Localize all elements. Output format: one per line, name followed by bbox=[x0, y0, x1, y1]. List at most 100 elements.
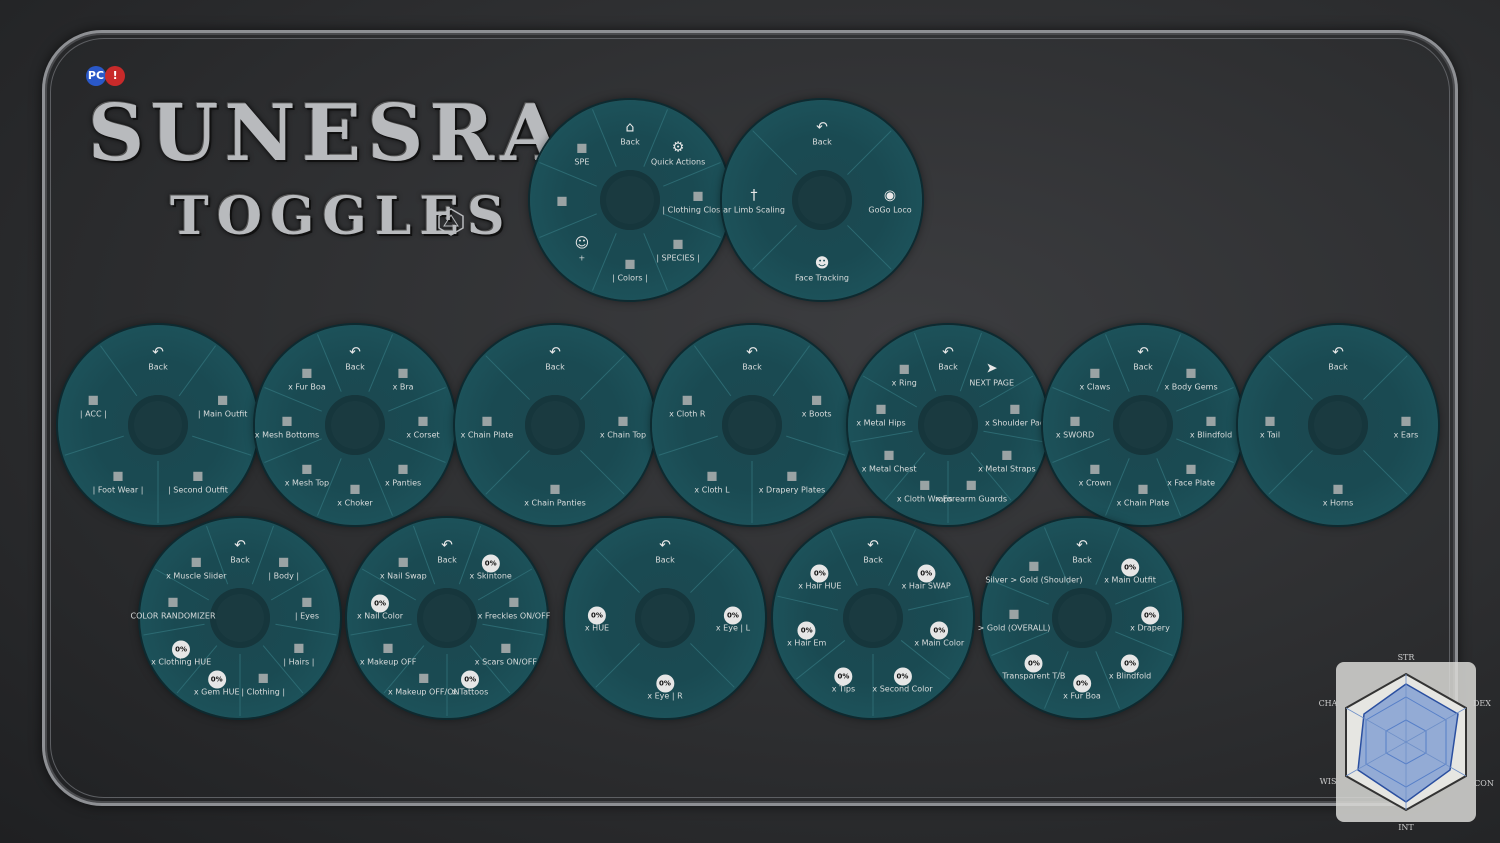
menu-item-x-eye-l[interactable]: 0% x Eye | L bbox=[716, 603, 750, 634]
menu-item-x-bra[interactable]: ■ x Bra bbox=[393, 361, 414, 392]
menu-item-x-hair-hue[interactable]: 0% x Hair HUE bbox=[798, 560, 841, 591]
menu-item-x-gem-hue[interactable]: 0% x Gem HUE bbox=[194, 666, 240, 697]
menu-item-x-blindfold[interactable]: 0% x Blindfold bbox=[1109, 651, 1151, 682]
menu-item-x-drapery[interactable]: 0% x Drapery bbox=[1130, 603, 1170, 634]
menu-item-x-chain-plate[interactable]: ■ x Chain Plate bbox=[461, 410, 514, 441]
back-button[interactable]: ↶ Back bbox=[1328, 342, 1348, 373]
menu-item-color-randomizer[interactable]: ■ COLOR RANDOMIZER bbox=[131, 591, 216, 622]
menu-item-x-metal-straps[interactable]: ■ x Metal Straps bbox=[978, 444, 1036, 475]
menu-item-gogo-loco[interactable]: ◉ GoGo Loco bbox=[868, 185, 911, 216]
menu-item-x-chain-panties[interactable]: ■ x Chain Panties bbox=[524, 478, 586, 509]
menu-item-label: Back bbox=[620, 137, 640, 147]
back-button[interactable]: ↶ Back bbox=[863, 535, 883, 566]
menu-item-x-fur-boa[interactable]: ■ x Fur Boa bbox=[288, 361, 326, 392]
menu-item-x-crown[interactable]: ■ x Crown bbox=[1079, 458, 1111, 489]
menu-item-x-fur-boa[interactable]: 0% x Fur Boa bbox=[1063, 671, 1101, 702]
menu-item-x-second-color[interactable]: 0% x Second Color bbox=[872, 664, 933, 695]
menu-item-x-corset[interactable]: ■ x Corset bbox=[406, 410, 439, 441]
menu-item-x-main-color[interactable]: 0% x Main Color bbox=[914, 618, 964, 649]
menu-item-x-cloth-wraps[interactable]: ■ x Cloth Wraps bbox=[897, 473, 953, 504]
menu-item-x-drapery-plates[interactable]: ■ x Drapery Plates bbox=[759, 465, 825, 496]
menu-item-x-nail-swap[interactable]: ■ x Nail Swap bbox=[380, 550, 427, 581]
back-arrow-icon: ↶ bbox=[1137, 344, 1149, 361]
back-button[interactable]: ↶ Back bbox=[655, 535, 675, 566]
menu-item-next-page[interactable]: ➤ NEXT PAGE bbox=[969, 357, 1014, 388]
menu-item-gold-overall[interactable]: ■ > Gold (OVERALL) bbox=[978, 603, 1051, 634]
menu-item-x-panties[interactable]: ■ x Panties bbox=[385, 458, 421, 489]
ring-icon: ■ bbox=[898, 361, 910, 376]
menu-item-x-chain-plate[interactable]: ■ x Chain Plate bbox=[1117, 478, 1170, 509]
menu-item-x-hair-em[interactable]: 0% x Hair Em bbox=[787, 618, 826, 649]
menu-item-x-chain-top[interactable]: ■ x Chain Top bbox=[600, 410, 646, 441]
menu-item-colors[interactable]: ■ | Colors | bbox=[612, 253, 648, 284]
menu-item-main-outfit[interactable]: ■ | Main Outfit bbox=[198, 388, 248, 419]
menu-item-x-boots[interactable]: ■ x Boots bbox=[802, 388, 832, 419]
wheel-colors: ↶ Back ■ | Body | ■ | Eyes ■ | Hairs | ■ | Clothi… bbox=[131, 518, 340, 718]
menu-item-x-claws[interactable]: ■ x Claws bbox=[1080, 361, 1111, 392]
menu-item-x-cloth-l[interactable]: ■ x Cloth L bbox=[694, 465, 729, 496]
back-button[interactable]: ↶ Back bbox=[1133, 342, 1153, 373]
menu-item-x-choker[interactable]: ■ x Choker bbox=[337, 478, 372, 509]
menu-item-x-hue[interactable]: 0% x HUE bbox=[585, 603, 609, 634]
menu-item-x-metal-chest[interactable]: ■ x Metal Chest bbox=[862, 444, 917, 475]
menu-item-x-shoulder-pad[interactable]: ■ x Shoulder Pad bbox=[985, 398, 1045, 429]
menu-item-avatar-icon[interactable]: ■ bbox=[552, 190, 572, 211]
gold-icon: ■ bbox=[1028, 558, 1040, 573]
menu-item-transparent-t-b[interactable]: 0% Transparent T/B bbox=[1002, 651, 1065, 682]
back-button[interactable]: ↶ Back bbox=[545, 342, 565, 373]
menu-item-foot-wear[interactable]: ■ | Foot Wear | bbox=[93, 465, 144, 496]
menu-item-x-sword[interactable]: ■ x SWORD bbox=[1056, 410, 1094, 441]
menu-item-label: x Choker bbox=[337, 498, 373, 508]
menu-item-label: Quick Actions bbox=[650, 157, 706, 167]
menu-item-eyes[interactable]: ■ | Eyes bbox=[295, 591, 319, 622]
menu-item-x-mesh-top[interactable]: ■ x Mesh Top bbox=[285, 458, 329, 489]
menu-item-quick-actions[interactable]: ⚙ Quick Actions bbox=[651, 136, 705, 167]
menu-item-label: x Fur Boa bbox=[288, 382, 326, 392]
menu-item-x-mesh-bottoms[interactable]: ■ x Mesh Bottoms bbox=[255, 410, 319, 441]
menu-item-silver-gold-shoulder[interactable]: ■ Silver > Gold (Shoulder) bbox=[985, 554, 1082, 585]
menu-item-x-blindfold[interactable]: ■ x Blindfold bbox=[1190, 410, 1232, 441]
back-button[interactable]: ↶ Back bbox=[230, 535, 250, 566]
menu-item-x-metal-hips[interactable]: ■ x Metal Hips bbox=[856, 398, 905, 429]
menu-item-x-tail[interactable]: ■ x Tail bbox=[1260, 410, 1280, 441]
back-button[interactable]: ↶ Back bbox=[345, 342, 365, 373]
menu-item-x-horns[interactable]: ■ x Horns bbox=[1323, 478, 1354, 509]
menu-item-ar-limb-scaling[interactable]: † ar Limb Scaling bbox=[723, 185, 785, 216]
menu-item-x-ears[interactable]: ■ x Ears bbox=[1394, 410, 1419, 441]
menu-item-x-hair-swap[interactable]: 0% x Hair SWAP bbox=[902, 560, 951, 591]
menu-item-second-outfit[interactable]: ■ | Second Outfit bbox=[168, 465, 228, 496]
menu-item-label: x Face Plate bbox=[1167, 478, 1216, 488]
menu-item-spe[interactable]: ■ SPE bbox=[572, 136, 592, 167]
wheel-body: ↶ Back 0% x Skintone ■ x Freckles ON/OFF ■ x Sc… bbox=[347, 518, 550, 718]
back-button[interactable]: ↶ Back bbox=[742, 342, 762, 373]
menu-item-hairs[interactable]: ■ | Hairs | bbox=[283, 637, 314, 668]
menu-item-x-freckles-on-off[interactable]: ■ x Freckles ON/OFF bbox=[478, 591, 551, 622]
menu-item-acc[interactable]: ■ | ACC | bbox=[80, 388, 107, 419]
menu-item-species[interactable]: ■ | SPECIES | bbox=[656, 233, 700, 264]
menu-item-body[interactable]: ■ | Body | bbox=[268, 550, 299, 581]
menu-item-x-skintone[interactable]: 0% x Skintone bbox=[470, 550, 512, 581]
menu-item-x-face-plate[interactable]: ■ x Face Plate bbox=[1167, 458, 1215, 489]
menu-item-x-clothing-hue[interactable]: 0% x Clothing HUE bbox=[151, 637, 211, 668]
menu-item-x-scars-on-off[interactable]: ■ x Scars ON/OFF bbox=[475, 637, 537, 668]
menu-item-x-eye-r[interactable]: 0% x Eye | R bbox=[647, 671, 683, 702]
back-button[interactable]: ↶ Back bbox=[938, 342, 958, 373]
back-button[interactable]: ↶ Back bbox=[812, 117, 832, 148]
menu-item-x-main-outfit[interactable]: 0% x Main Outfit bbox=[1104, 554, 1156, 585]
back-button[interactable]: ↶ Back bbox=[148, 342, 168, 373]
menu-item-x-makeup-off[interactable]: ■ x Makeup OFF bbox=[360, 637, 417, 668]
menu-item-x-cloth-r[interactable]: ■ x Cloth R bbox=[669, 388, 705, 419]
menu-item-x-makeup-off-on[interactable]: ■ x Makeup OFF/ON bbox=[388, 666, 460, 697]
wheel-center bbox=[128, 395, 188, 455]
menu-item-x-tips[interactable]: 0% x Tips bbox=[832, 664, 855, 695]
menu-item-x-ring[interactable]: ■ x Ring bbox=[892, 357, 917, 388]
menu-item-item[interactable]: ☺ + bbox=[572, 233, 592, 264]
menu-item-x-muscle-slider[interactable]: ■ x Muscle Slider bbox=[166, 550, 226, 581]
back-button[interactable]: ⌂ Back bbox=[620, 117, 640, 148]
menu-item-face-tracking[interactable]: ☻ Face Tracking bbox=[795, 253, 849, 284]
menu-item-x-nail-color[interactable]: 0% x Nail Color bbox=[357, 591, 403, 622]
back-button[interactable]: ↶ Back bbox=[437, 535, 457, 566]
wheel-acc-1: ↶ Back ➤ NEXT PAGE ■ x Shoulder Pad ■ x Metal S… bbox=[848, 325, 1048, 525]
menu-item-x-body-gems[interactable]: ■ x Body Gems bbox=[1165, 361, 1218, 392]
menu-item-clothing[interactable]: ■ | Clothing | bbox=[241, 666, 285, 697]
